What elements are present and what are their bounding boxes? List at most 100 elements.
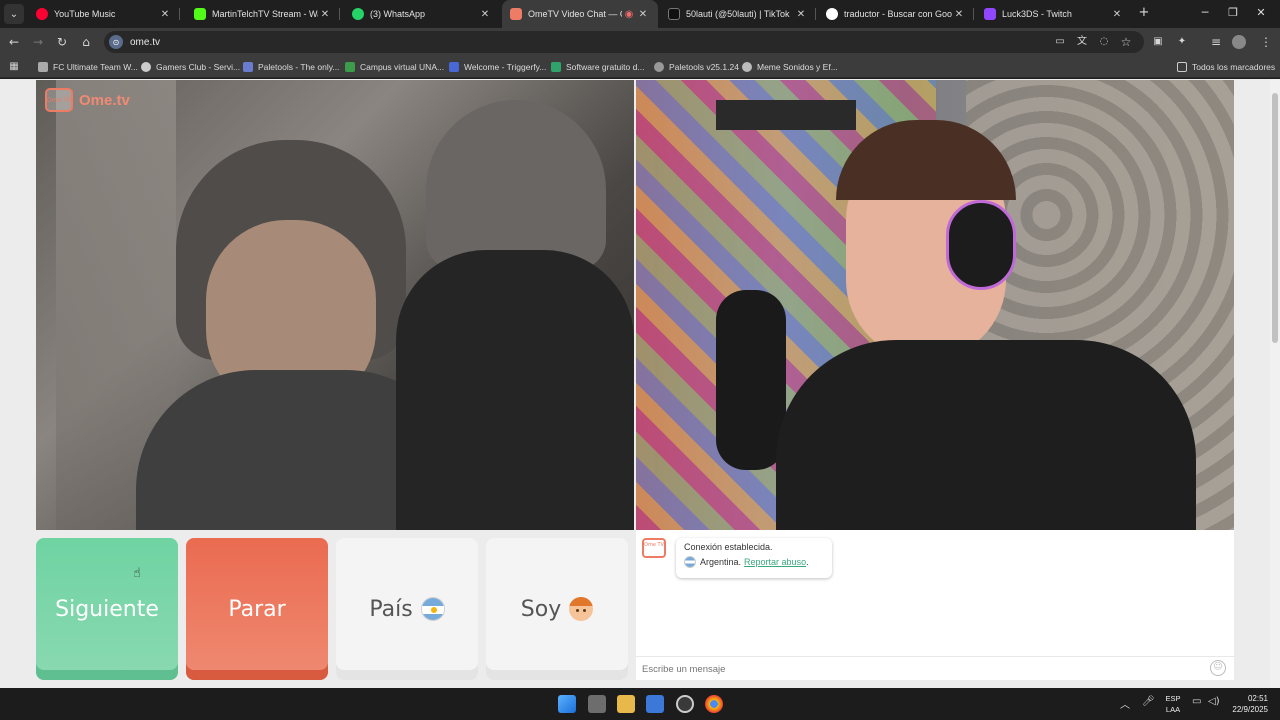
tab-whatsapp[interactable]: (3) WhatsApp ✕ (344, 0, 500, 28)
kick-icon (194, 8, 206, 20)
windows-taskbar: ︿ 🎤︎ ESP LAA ▭ ◁) 02:51 22/9/2025 (0, 688, 1280, 720)
youtube-music-icon (36, 8, 48, 20)
clock-time: 02:51 (1247, 694, 1268, 703)
browser-toolbar: ← → ↻ ⌂ ⊙ ome.tv ▭ 文 ◌ ☆ ▣ ✦ ≡ ⋮ (0, 28, 1280, 56)
minimize-icon[interactable]: ─ (1198, 6, 1212, 19)
bookmark-item[interactable]: Paletools - The only... (243, 60, 339, 74)
bookmark-label: Meme Sonidos y Ef... (757, 62, 838, 72)
bookmark-item[interactable]: Welcome - Triggerfy... (449, 60, 546, 74)
close-tab-icon[interactable]: ✕ (1110, 9, 1124, 20)
close-tab-icon[interactable]: ✕ (478, 9, 492, 20)
gender-button[interactable]: Soy (486, 538, 628, 680)
all-bookmarks-button[interactable]: Todos los marcadores (1177, 60, 1275, 74)
new-tab-button[interactable]: + (1136, 5, 1152, 21)
page-scrollbar[interactable] (1270, 79, 1280, 688)
tab-search-button[interactable]: ⌄ (4, 4, 24, 24)
country-filter-button[interactable]: País (336, 538, 478, 680)
tab-google-search[interactable]: traductor - Buscar con Google ✕ (818, 0, 974, 28)
connection-status-text: Conexión establecida. (684, 542, 773, 552)
tab-strip: ⌄ YouTube Music ✕ MartinTelchTV Stream -… (0, 0, 1280, 28)
system-message: Conexión establecida. Argentina. Reporta… (676, 538, 832, 578)
report-suffix: . (806, 557, 809, 567)
stranger-country-text: Argentina. (700, 557, 742, 567)
country-button-label: País (369, 596, 413, 622)
bookmark-label: Gamers Club - Servi... (156, 62, 241, 72)
message-bar: ☺ (636, 656, 1234, 680)
lang-top: ESP (1165, 694, 1181, 703)
extension-icon[interactable]: ▣ (1150, 34, 1166, 50)
language-indicator[interactable]: ESP LAA (1160, 693, 1186, 715)
tab-title: (3) WhatsApp (370, 9, 426, 19)
apps-grid-icon[interactable]: ▦ (6, 59, 22, 75)
stop-button[interactable]: Parar (186, 538, 328, 680)
bookmark-item[interactable]: Gamers Club - Servi... (141, 60, 240, 74)
bookmark-favicon-icon (551, 62, 561, 72)
bookmark-favicon-icon (742, 62, 752, 72)
close-tab-icon[interactable]: ✕ (636, 9, 650, 20)
scrollbar-thumb[interactable] (1272, 93, 1278, 343)
tab-youtube-music[interactable]: YouTube Music ✕ (28, 0, 180, 28)
close-window-icon[interactable]: ✕ (1254, 6, 1268, 19)
tab-kick-stream[interactable]: MartinTelchTV Stream - Watch Live on Kic… (186, 0, 340, 28)
stop-button-label: Parar (228, 596, 286, 622)
microphone-icon[interactable]: 🎤︎ (1142, 696, 1155, 707)
home-icon[interactable]: ⌂ (78, 34, 94, 50)
close-tab-icon[interactable]: ✕ (952, 9, 966, 20)
menu-icon[interactable]: ⋮ (1258, 34, 1274, 50)
system-clock[interactable]: 02:51 22/9/2025 (1222, 693, 1268, 715)
argentina-flag-icon (684, 556, 696, 568)
ometv-logo[interactable]: Ome TV Ome.tv (45, 88, 130, 112)
obs-icon[interactable] (676, 695, 694, 713)
emoji-smile-icon[interactable]: ☺ (1210, 660, 1226, 676)
tiktok-icon (668, 8, 680, 20)
windows-start-icon[interactable] (558, 695, 576, 713)
network-icon[interactable]: ▭ (1192, 696, 1201, 707)
close-tab-icon[interactable]: ✕ (318, 9, 332, 20)
close-tab-icon[interactable]: ✕ (794, 9, 808, 20)
bookmark-item[interactable]: Meme Sonidos y Ef... (742, 60, 838, 74)
file-explorer-icon[interactable] (617, 695, 635, 713)
eye-off-icon[interactable]: ◌ (1096, 34, 1112, 50)
ometv-tv-icon: Ome TV (45, 88, 73, 112)
twitch-icon (984, 8, 996, 20)
recording-icon: ◉ (624, 8, 634, 20)
ometv-icon (510, 8, 522, 20)
bookmark-item[interactable]: FC Ultimate Team W... (38, 60, 138, 74)
chrome-icon[interactable] (705, 695, 723, 713)
puzzle-icon[interactable]: ✦ (1174, 34, 1190, 50)
tab-tiktok[interactable]: 50lauti (@50lauti) | TikTok ✕ (660, 0, 816, 28)
bookmark-item[interactable]: Campus virtual UNA... (345, 60, 444, 74)
translate-icon[interactable]: 文 (1074, 34, 1090, 50)
back-icon[interactable]: ← (6, 34, 22, 50)
forward-icon[interactable]: → (30, 34, 46, 50)
profile-avatar[interactable] (1232, 35, 1246, 49)
tray-overflow-icon[interactable]: ︿ (1120, 696, 1130, 711)
next-button[interactable]: Siguiente (36, 538, 178, 680)
report-abuse-link[interactable]: Reportar abuso (744, 557, 806, 567)
bookmark-favicon-icon (38, 62, 48, 72)
address-bar[interactable]: ⊙ ome.tv (104, 31, 1144, 53)
close-tab-icon[interactable]: ✕ (158, 9, 172, 20)
site-info-icon[interactable]: ⊙ (109, 35, 123, 49)
reload-icon[interactable]: ↻ (54, 34, 70, 50)
bookmark-label: FC Ultimate Team W... (53, 62, 138, 72)
restore-icon[interactable]: ❐ (1226, 6, 1240, 19)
bookmark-item[interactable]: Paletools v25.1.24 (654, 60, 739, 74)
bookmark-star-icon[interactable]: ☆ (1118, 34, 1134, 50)
tab-title: OmeTV Video Chat — Omegle (528, 9, 622, 19)
bookmark-item[interactable]: Software gratuito d... (551, 60, 644, 74)
task-view-icon[interactable] (588, 695, 606, 713)
bookmark-favicon-icon (345, 62, 355, 72)
media-controls-icon[interactable]: ≡ (1208, 34, 1224, 50)
folder-icon (1177, 62, 1187, 72)
message-input[interactable] (642, 661, 1182, 677)
ometv-chat-avatar-icon: Ome TV (642, 538, 666, 558)
cast-icon[interactable]: ▭ (1052, 34, 1068, 50)
tab-ometv[interactable]: OmeTV Video Chat — Omegle ◉ ✕ (502, 0, 658, 28)
volume-icon[interactable]: ◁) (1208, 696, 1220, 707)
store-icon[interactable] (646, 695, 664, 713)
bookmark-label: Welcome - Triggerfy... (464, 62, 547, 72)
tab-twitch[interactable]: Luck3DS - Twitch ✕ (976, 0, 1132, 28)
bookmark-label: Software gratuito d... (566, 62, 645, 72)
url-text: ome.tv (130, 36, 161, 48)
